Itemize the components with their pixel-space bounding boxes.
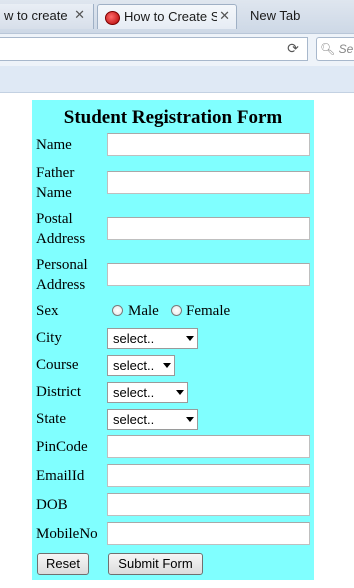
close-icon[interactable]: ✕ <box>74 4 85 28</box>
personal-address-input[interactable] <box>107 263 310 286</box>
dropdown-arrow-icon <box>163 363 171 368</box>
reset-button[interactable]: Reset <box>37 553 89 575</box>
state-select-value: select.. <box>113 412 155 427</box>
postal-address-label-line2: Address <box>36 231 86 247</box>
district-label: District <box>36 384 81 400</box>
course-label: Course <box>36 357 79 373</box>
tab-title: How to Create St <box>124 9 217 24</box>
form-title: Student Registration Form <box>63 107 283 128</box>
city-select[interactable]: select.. <box>107 328 198 349</box>
female-radio[interactable] <box>171 305 182 316</box>
tab-bar: w to create ap ✕ How to Create St ✕ New … <box>0 0 354 33</box>
address-bar[interactable] <box>0 37 308 61</box>
tab-inactive-1[interactable]: w to create ap ✕ <box>0 4 94 29</box>
male-radio[interactable] <box>112 305 123 316</box>
city-label: City <box>36 330 62 346</box>
sex-label: Sex <box>36 303 59 319</box>
tab-new[interactable]: New Tab <box>242 4 354 29</box>
district-select[interactable]: select.. <box>107 382 188 403</box>
district-select-value: select.. <box>113 385 155 400</box>
personal-address-label-line1: Personal <box>36 257 88 273</box>
name-input[interactable] <box>107 133 310 156</box>
mobile-input[interactable] <box>107 522 310 545</box>
course-select-value: select.. <box>113 358 155 373</box>
site-favicon-icon <box>105 11 120 25</box>
postal-address-input[interactable] <box>107 217 310 240</box>
bookmarks-bar <box>0 66 354 93</box>
dob-label: DOB <box>36 497 68 513</box>
tab-title: New Tab <box>250 8 301 23</box>
state-select[interactable]: select.. <box>107 409 198 430</box>
state-label: State <box>36 411 66 427</box>
email-input[interactable] <box>107 464 310 487</box>
pincode-input[interactable] <box>107 435 310 458</box>
female-radio-label: Female <box>186 303 231 319</box>
male-radio-label: Male <box>128 303 159 319</box>
pincode-label: PinCode <box>36 439 88 455</box>
name-label: Name <box>36 137 72 153</box>
personal-address-label-line2: Address <box>36 277 86 293</box>
search-box[interactable]: 🔍︎ Se <box>316 37 354 61</box>
registration-form: Student Registration Form Name Father Na… <box>32 100 314 580</box>
father-name-input[interactable] <box>107 171 310 194</box>
city-select-value: select.. <box>113 331 155 346</box>
search-placeholder: Se <box>338 42 354 56</box>
dob-input[interactable] <box>107 493 310 516</box>
tab-title: w to create ap <box>4 8 70 23</box>
tab-active[interactable]: How to Create St ✕ <box>97 4 237 29</box>
email-label: EmailId <box>36 468 85 484</box>
postal-address-label-line1: Postal <box>36 211 73 227</box>
father-name-label-line1: Father <box>36 165 75 181</box>
submit-button[interactable]: Submit Form <box>108 553 203 575</box>
father-name-label-line2: Name <box>36 185 72 201</box>
search-icon: 🔍︎ <box>320 42 336 56</box>
reload-icon[interactable]: ⟳ <box>284 40 302 58</box>
dropdown-arrow-icon <box>186 417 194 422</box>
close-icon[interactable]: ✕ <box>219 5 230 29</box>
course-select[interactable]: select.. <box>107 355 175 376</box>
mobile-label: MobileNo <box>36 526 98 542</box>
dropdown-arrow-icon <box>176 390 184 395</box>
dropdown-arrow-icon <box>186 336 194 341</box>
